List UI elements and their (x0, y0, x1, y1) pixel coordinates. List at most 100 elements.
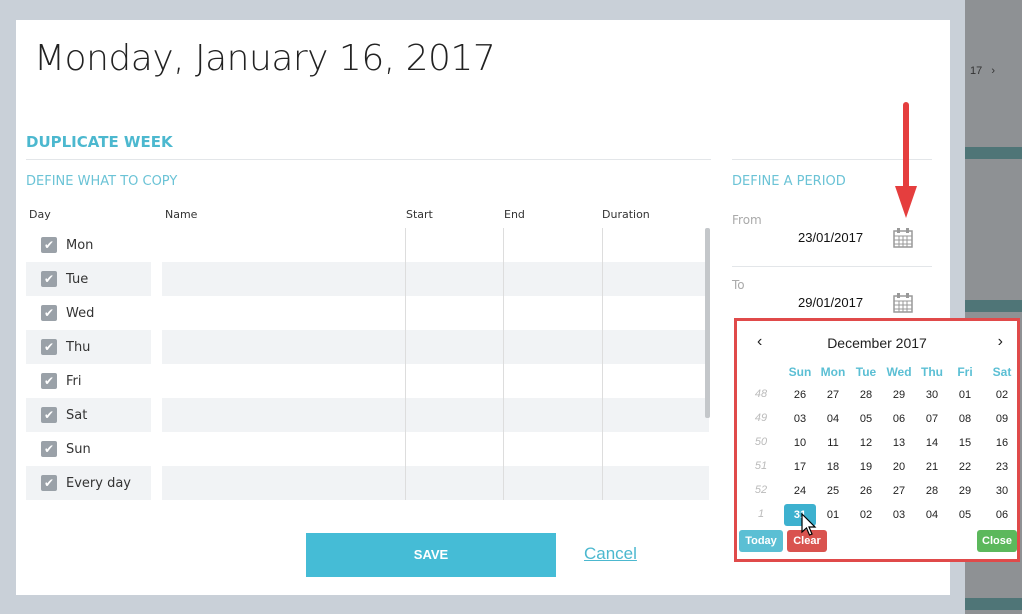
day-cell[interactable]: 02 (850, 504, 882, 526)
day-cell[interactable]: 04 (817, 408, 849, 430)
calendar-icon[interactable] (892, 292, 914, 314)
day-checkbox[interactable]: ✔ (41, 407, 57, 423)
next-month-button[interactable]: › (998, 333, 1003, 351)
day-cell[interactable]: 10 (784, 432, 816, 454)
save-button[interactable]: SAVE (306, 533, 556, 577)
day-cell[interactable]: 30 (986, 480, 1018, 502)
red-arrow-annotation-icon (895, 102, 917, 218)
day-cell: ✔ Fri (26, 364, 151, 398)
week-number: 52 (754, 484, 768, 496)
day-cell[interactable]: 18 (817, 456, 849, 478)
section-title: DUPLICATE WEEK (26, 133, 173, 151)
day-cell[interactable]: 28 (850, 384, 882, 406)
day-cell[interactable]: 22 (949, 456, 981, 478)
day-cell[interactable]: 26 (850, 480, 882, 502)
day-cell[interactable]: 09 (986, 408, 1018, 430)
day-cell[interactable]: 01 (817, 504, 849, 526)
day-cell[interactable]: 26 (784, 384, 816, 406)
weekday-header: Fri (957, 365, 973, 379)
day-cell[interactable]: 02 (986, 384, 1018, 406)
name-cell (162, 330, 709, 364)
datepicker-popup: ‹ December 2017 › Sun Mon Tue Wed Thu Fri Sat 4… (734, 318, 1020, 562)
weekday-header: Wed (886, 365, 912, 379)
day-cell[interactable]: 01 (949, 384, 981, 406)
table-row: ✔ Sun (26, 432, 709, 466)
day-cell[interactable]: 29 (883, 384, 915, 406)
to-date-field[interactable]: 29/01/2017 (798, 295, 863, 310)
table-scrollbar[interactable] (705, 228, 710, 418)
day-cell[interactable]: 21 (916, 456, 948, 478)
day-checkbox[interactable]: ✔ (41, 339, 57, 355)
day-cell[interactable]: 25 (817, 480, 849, 502)
day-cell[interactable]: 06 (883, 408, 915, 430)
day-cell: ✔ Every day (26, 466, 151, 500)
day-checkbox[interactable]: ✔ (41, 271, 57, 287)
day-cell[interactable]: 15 (949, 432, 981, 454)
name-cell (162, 228, 709, 262)
day-cell[interactable]: 16 (986, 432, 1018, 454)
table-row: ✔ Every day (26, 466, 709, 500)
week-number: 1 (757, 508, 765, 520)
weekday-header: Mon (820, 365, 846, 379)
day-cell[interactable]: 30 (916, 384, 948, 406)
weekday-header: Tue (855, 365, 877, 379)
day-cell[interactable]: 13 (883, 432, 915, 454)
today-button[interactable]: Today (739, 530, 783, 552)
day-cell[interactable]: 06 (986, 504, 1018, 526)
column-divider (405, 228, 406, 500)
day-checkbox[interactable]: ✔ (41, 237, 57, 253)
day-checkbox[interactable]: ✔ (41, 475, 57, 491)
day-label: Fri (66, 374, 82, 389)
month-label[interactable]: December 2017 (737, 335, 1017, 351)
day-label: Sun (66, 442, 91, 457)
day-cell[interactable]: 24 (784, 480, 816, 502)
table-row: ✔ Thu (26, 330, 709, 364)
day-cell[interactable]: 05 (850, 408, 882, 430)
day-cell: ✔ Tue (26, 262, 151, 296)
day-cell[interactable]: 04 (916, 504, 948, 526)
weekday-header: Sun (788, 365, 812, 379)
name-cell (162, 466, 709, 500)
day-cell[interactable]: 20 (883, 456, 915, 478)
cancel-link[interactable]: Cancel (584, 544, 637, 564)
table-row: ✔ Fri (26, 364, 709, 398)
day-cell[interactable]: 03 (784, 408, 816, 430)
day-label: Thu (66, 340, 91, 355)
weekday-header: Sat (992, 365, 1012, 379)
day-label: Mon (66, 238, 94, 253)
day-cell[interactable]: 14 (916, 432, 948, 454)
modal-title: Monday, January 16, 2017 (34, 38, 496, 79)
week-number: 50 (754, 436, 768, 448)
day-cell[interactable]: 27 (883, 480, 915, 502)
day-cell[interactable]: 12 (850, 432, 882, 454)
day-checkbox[interactable]: ✔ (41, 305, 57, 321)
day-cell[interactable]: 07 (916, 408, 948, 430)
day-cell[interactable]: 29 (949, 480, 981, 502)
name-cell (162, 398, 709, 432)
col-start: Start (406, 208, 433, 221)
day-checkbox[interactable]: ✔ (41, 441, 57, 457)
column-divider (503, 228, 504, 500)
day-cell[interactable]: 28 (916, 480, 948, 502)
day-cell[interactable]: 05 (949, 504, 981, 526)
day-cell[interactable]: 17 (784, 456, 816, 478)
day-cell[interactable]: 19 (850, 456, 882, 478)
col-duration: Duration (602, 208, 650, 221)
day-label: Wed (66, 306, 95, 321)
column-divider (602, 228, 603, 500)
copy-title: DEFINE WHAT TO COPY (26, 174, 178, 189)
day-cell[interactable]: 08 (949, 408, 981, 430)
calendar-icon[interactable] (892, 227, 914, 249)
day-checkbox[interactable]: ✔ (41, 373, 57, 389)
day-cell[interactable]: 11 (817, 432, 849, 454)
table-row: ✔ Wed (26, 296, 709, 330)
day-cell[interactable]: 03 (883, 504, 915, 526)
name-cell (162, 432, 709, 466)
col-name: Name (165, 208, 198, 221)
background-bar (965, 300, 1022, 312)
close-button[interactable]: Close (977, 530, 1017, 552)
day-cell[interactable]: 27 (817, 384, 849, 406)
day-cell[interactable]: 23 (986, 456, 1018, 478)
background-date-fragment: 17 › (970, 65, 996, 77)
from-date-field[interactable]: 23/01/2017 (798, 230, 863, 245)
